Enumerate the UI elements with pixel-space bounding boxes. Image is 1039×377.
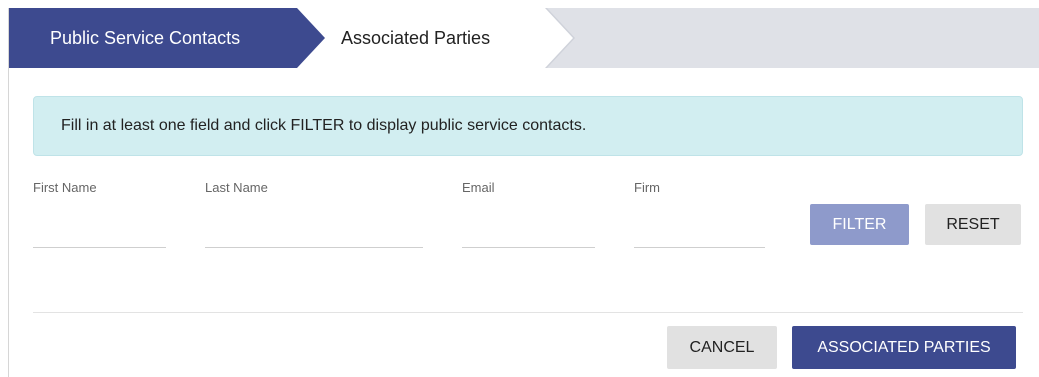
tab-associated-parties-label: Associated Parties bbox=[341, 27, 491, 48]
cancel-button[interactable]: CANCEL bbox=[667, 326, 777, 369]
first-name-label: First Name bbox=[33, 180, 97, 195]
info-alert-message: Fill in at least one field and click FIL… bbox=[61, 117, 587, 134]
tab-associated-parties[interactable]: Associated Parties bbox=[295, 8, 573, 68]
firm-input[interactable] bbox=[634, 214, 765, 248]
last-name-label: Last Name bbox=[205, 180, 268, 195]
reset-button[interactable]: RESET bbox=[925, 204, 1021, 245]
tab-public-service-contacts-label: Public Service Contacts bbox=[50, 27, 241, 48]
footer-divider bbox=[33, 312, 1023, 313]
email-input[interactable] bbox=[462, 214, 595, 248]
filter-button[interactable]: FILTER bbox=[810, 204, 909, 245]
firm-label: Firm bbox=[634, 180, 660, 195]
first-name-input[interactable] bbox=[33, 214, 166, 248]
tab-public-service-contacts[interactable]: Public Service Contacts bbox=[9, 8, 325, 68]
wizard-tabbar: Public Service Contacts Associated Parti… bbox=[9, 8, 1039, 68]
last-name-input[interactable] bbox=[205, 214, 423, 248]
associated-parties-button[interactable]: ASSOCIATED PARTIES bbox=[792, 326, 1016, 369]
page: Public Service Contacts Associated Parti… bbox=[0, 0, 1039, 377]
info-alert: Fill in at least one field and click FIL… bbox=[33, 96, 1023, 156]
email-label: Email bbox=[462, 180, 495, 195]
